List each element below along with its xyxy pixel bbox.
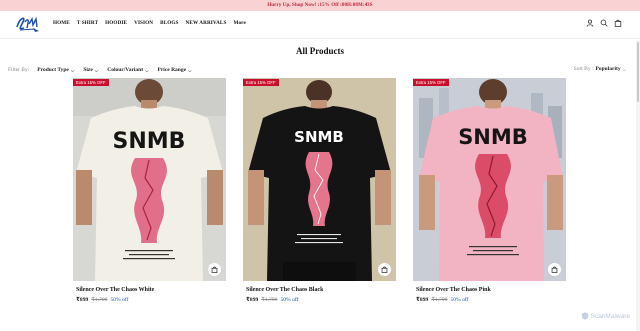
- product-card[interactable]: SNMB Extra 15% OFF Silence Over The Chao…: [413, 78, 566, 303]
- tshirt-back-image: SNMB: [413, 78, 566, 281]
- discount-badge: Extra 15% OFF: [243, 79, 279, 86]
- discount-percent: 50% off: [280, 297, 299, 303]
- product-name[interactable]: Silence Over The Chaos Pink: [416, 287, 566, 293]
- filter-label: Product Type: [37, 67, 69, 73]
- product-image[interactable]: SNMB Extra 15% OFF: [73, 78, 226, 281]
- original-price: ₹1,799: [431, 297, 448, 303]
- product-image[interactable]: SNMB Extra 15% OFF: [243, 78, 396, 281]
- search-icon[interactable]: [600, 19, 608, 27]
- add-to-bag-button[interactable]: [208, 263, 221, 276]
- nav-home[interactable]: HOME: [53, 20, 70, 26]
- tshirt-back-image: SNMB: [243, 78, 396, 281]
- price-row: ₹899 ₹1,799 50% off: [416, 297, 566, 303]
- chevron-down-icon: ⌵: [70, 67, 75, 73]
- filter-colour-variant[interactable]: Colour/Variant ⌵: [107, 67, 148, 73]
- original-price: ₹1,799: [261, 297, 278, 303]
- product-name[interactable]: Silence Over The Chaos White: [76, 287, 226, 293]
- product-name[interactable]: Silence Over The Chaos Black: [246, 287, 396, 293]
- bag-icon: [211, 266, 218, 273]
- promo-banner: Hurry Up, Shop Now! :15% Off :00H:08M:43…: [0, 0, 640, 11]
- product-card[interactable]: SNMB Extra 15% OFF Silence Over The Chao…: [73, 78, 226, 303]
- sale-price: ₹899: [246, 297, 259, 303]
- shirt-print-logo: SNMB: [458, 125, 528, 149]
- watermark: ScanMalware: [581, 312, 630, 320]
- original-price: ₹1,799: [91, 297, 108, 303]
- sale-price: ₹899: [76, 297, 89, 303]
- bag-icon: [551, 266, 558, 273]
- promo-text: Hurry Up, Shop Now! :15% Off :00H:08M:43…: [267, 3, 373, 8]
- filter-label: Price Range: [157, 67, 187, 73]
- page-title: All Products: [295, 46, 345, 56]
- shirt-print-logo: SNMB: [113, 129, 186, 154]
- chevron-down-icon: ⌵: [622, 66, 626, 72]
- page-scrollbar[interactable]: [636, 40, 640, 331]
- bag-icon[interactable]: [614, 19, 622, 27]
- filter-label: Size: [83, 67, 93, 73]
- tshirt-back-image: SNMB: [73, 78, 226, 281]
- add-to-bag-button[interactable]: [378, 263, 391, 276]
- nav-tshirt[interactable]: T SHIRT: [77, 20, 98, 26]
- filter-size[interactable]: Size ⌵: [83, 67, 98, 73]
- scrollbar-thumb[interactable]: [637, 42, 639, 102]
- chevron-down-icon: ⌵: [145, 67, 149, 73]
- filter-product-type[interactable]: Product Type ⌵: [37, 67, 74, 73]
- filter-label: Colour/Variant: [107, 67, 144, 73]
- discount-percent: 50% off: [450, 297, 469, 303]
- discount-percent: 50% off: [110, 297, 129, 303]
- filter-bar: Filter By: Product Type ⌵ Size ⌵ Colour/Va…: [8, 66, 628, 74]
- chevron-down-icon: ⌵: [188, 67, 192, 73]
- watermark-text: ScanMalware: [590, 312, 630, 320]
- product-card[interactable]: SNMB Extra 15% OFF Silence Over The Chao…: [243, 78, 396, 303]
- brand-logo[interactable]: [14, 13, 42, 35]
- nav-blogs[interactable]: BLOGS: [160, 20, 178, 26]
- product-image[interactable]: SNMB Extra 15% OFF: [413, 78, 566, 281]
- add-to-bag-button[interactable]: [548, 263, 561, 276]
- user-icon[interactable]: [586, 19, 594, 27]
- filter-by-label: Filter By:: [8, 67, 30, 73]
- nav-vision[interactable]: VISION: [134, 20, 153, 26]
- nav-hoodie[interactable]: HOODIE: [105, 20, 127, 26]
- filter-price-range[interactable]: Price Range ⌵: [158, 67, 192, 73]
- price-row: ₹899 ₹1,799 50% off: [76, 297, 226, 303]
- sort-value: Popularity: [595, 66, 621, 72]
- bag-icon: [381, 266, 388, 273]
- sort-label: Sort By :: [573, 66, 594, 72]
- nav-more[interactable]: More: [233, 20, 245, 26]
- sort-dropdown[interactable]: Sort By : Popularity ⌵: [574, 66, 626, 72]
- discount-badge: Extra 15% OFF: [73, 79, 109, 86]
- chevron-down-icon: ⌵: [94, 67, 99, 73]
- shirt-print-logo: SNMB: [294, 128, 344, 146]
- discount-badge: Extra 15% OFF: [413, 79, 449, 86]
- header-actions: [586, 19, 622, 27]
- shield-icon: [581, 312, 588, 320]
- site-header: HOME T SHIRT HOODIE VISION BLOGS NEW ARR…: [0, 11, 640, 39]
- sale-price: ₹899: [416, 297, 429, 303]
- main-nav: HOME T SHIRT HOODIE VISION BLOGS NEW ARR…: [53, 20, 246, 26]
- price-row: ₹899 ₹1,799 50% off: [246, 297, 396, 303]
- nav-new-arrivals[interactable]: NEW ARRIVALS: [186, 20, 227, 26]
